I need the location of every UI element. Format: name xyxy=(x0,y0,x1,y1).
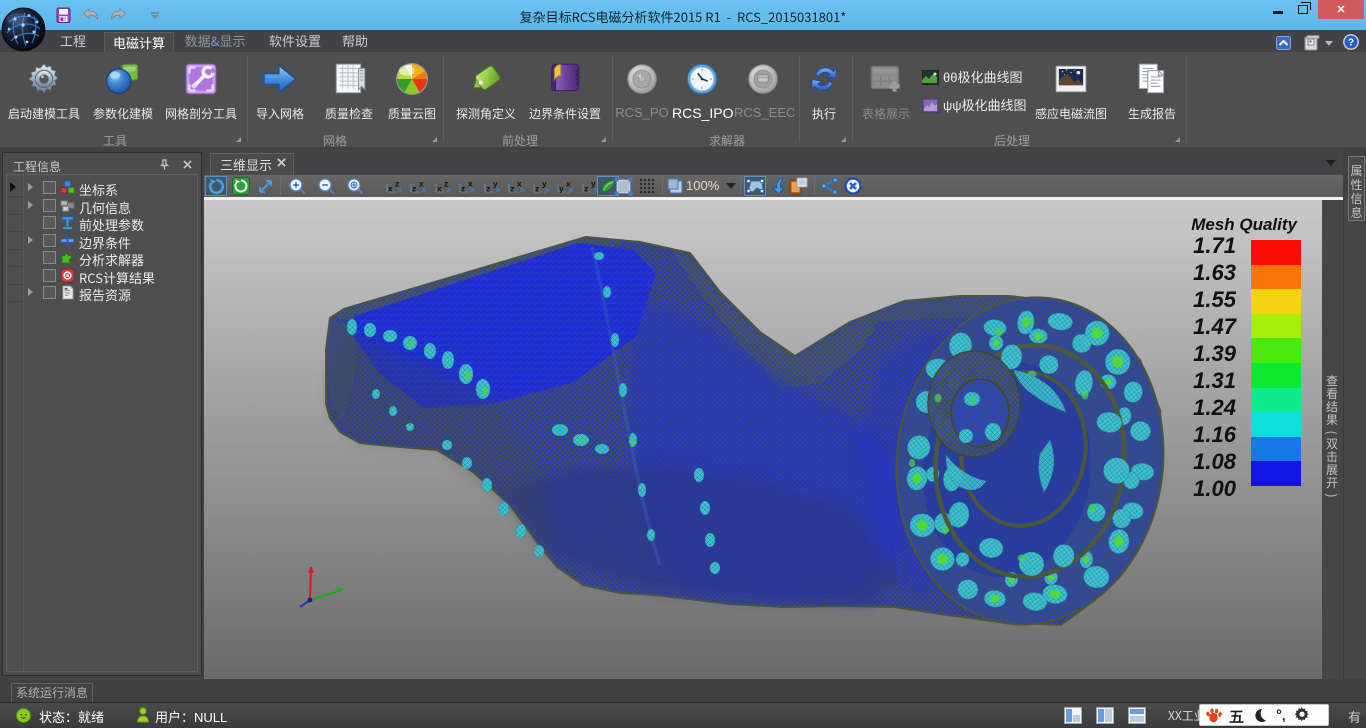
svg-text:z: z xyxy=(412,184,416,194)
svg-text:x: x xyxy=(388,184,393,194)
svg-text:z: z xyxy=(461,184,465,194)
svg-text:y: y xyxy=(591,179,596,189)
svg-text:z: z xyxy=(584,184,588,194)
svg-text:y: y xyxy=(559,184,564,194)
svg-text:x: x xyxy=(437,184,442,194)
svg-text:z: z xyxy=(510,184,514,194)
svg-text:x: x xyxy=(468,179,473,189)
svg-text:x: x xyxy=(419,179,424,189)
svg-text:z: z xyxy=(395,179,399,189)
svg-text:y: y xyxy=(542,179,547,189)
svg-text:z: z xyxy=(486,184,490,194)
svg-text:y: y xyxy=(493,179,498,189)
svg-text:x: x xyxy=(566,179,571,189)
svg-text:?: ? xyxy=(1348,38,1354,49)
svg-text:z: z xyxy=(535,184,539,194)
svg-text:z: z xyxy=(444,179,448,189)
svg-text:x: x xyxy=(517,179,522,189)
